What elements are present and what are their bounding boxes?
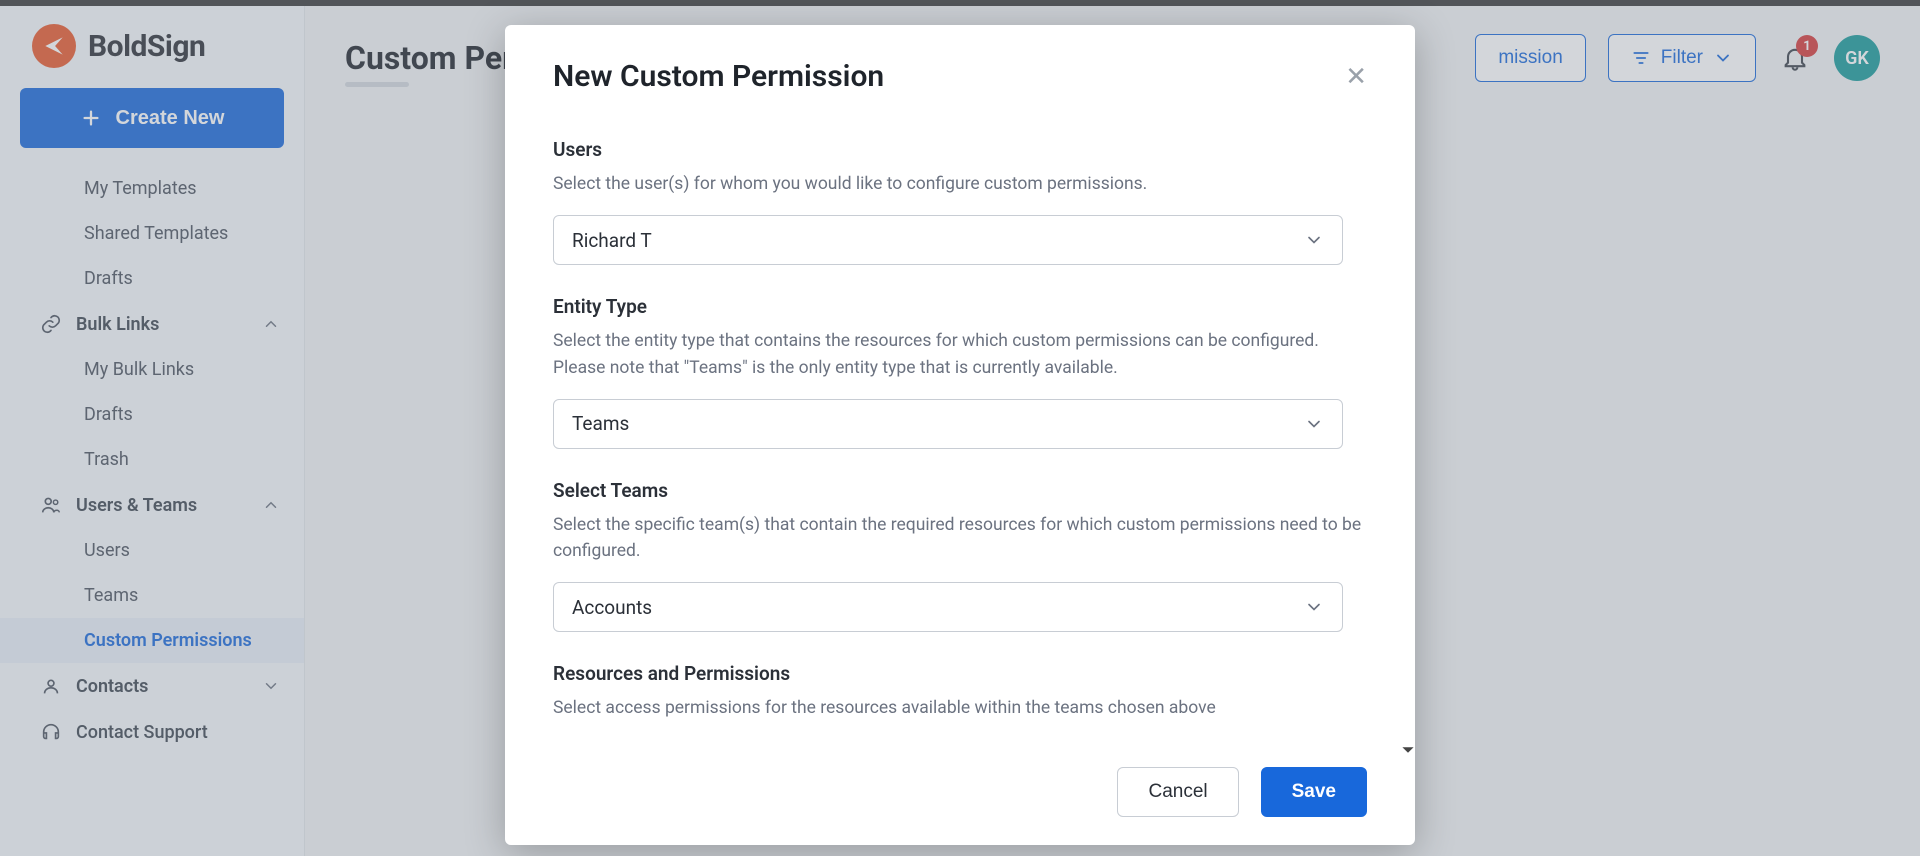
teams-dropdown[interactable]: Accounts: [553, 582, 1343, 632]
teams-desc: Select the specific team(s) that contain…: [553, 512, 1367, 565]
resources-label: Resources and Permissions: [553, 662, 1367, 685]
entity-label: Entity Type: [553, 295, 1367, 318]
teams-label: Select Teams: [553, 479, 1367, 502]
users-value: Richard T: [572, 229, 652, 252]
caret-down-icon: [1401, 742, 1415, 761]
chevron-down-icon: [1304, 414, 1324, 434]
chevron-down-icon: [1304, 597, 1324, 617]
save-button[interactable]: Save: [1261, 767, 1367, 817]
cancel-button[interactable]: Cancel: [1117, 767, 1238, 817]
chevron-down-icon: [1304, 230, 1324, 250]
resources-desc: Select access permissions for the resour…: [553, 695, 1367, 721]
users-label: Users: [553, 138, 1367, 161]
teams-value: Accounts: [572, 596, 652, 619]
entity-desc: Select the entity type that contains the…: [553, 328, 1367, 381]
modal-title: New Custom Permission: [553, 59, 884, 94]
users-desc: Select the user(s) for whom you would li…: [553, 171, 1367, 197]
modal-body[interactable]: Users Select the user(s) for whom you wo…: [505, 104, 1415, 744]
entity-value: Teams: [572, 412, 629, 435]
close-icon[interactable]: ✕: [1345, 64, 1367, 90]
new-permission-modal: New Custom Permission ✕ Users Select the…: [505, 25, 1415, 845]
entity-dropdown[interactable]: Teams: [553, 399, 1343, 449]
users-dropdown[interactable]: Richard T: [553, 215, 1343, 265]
